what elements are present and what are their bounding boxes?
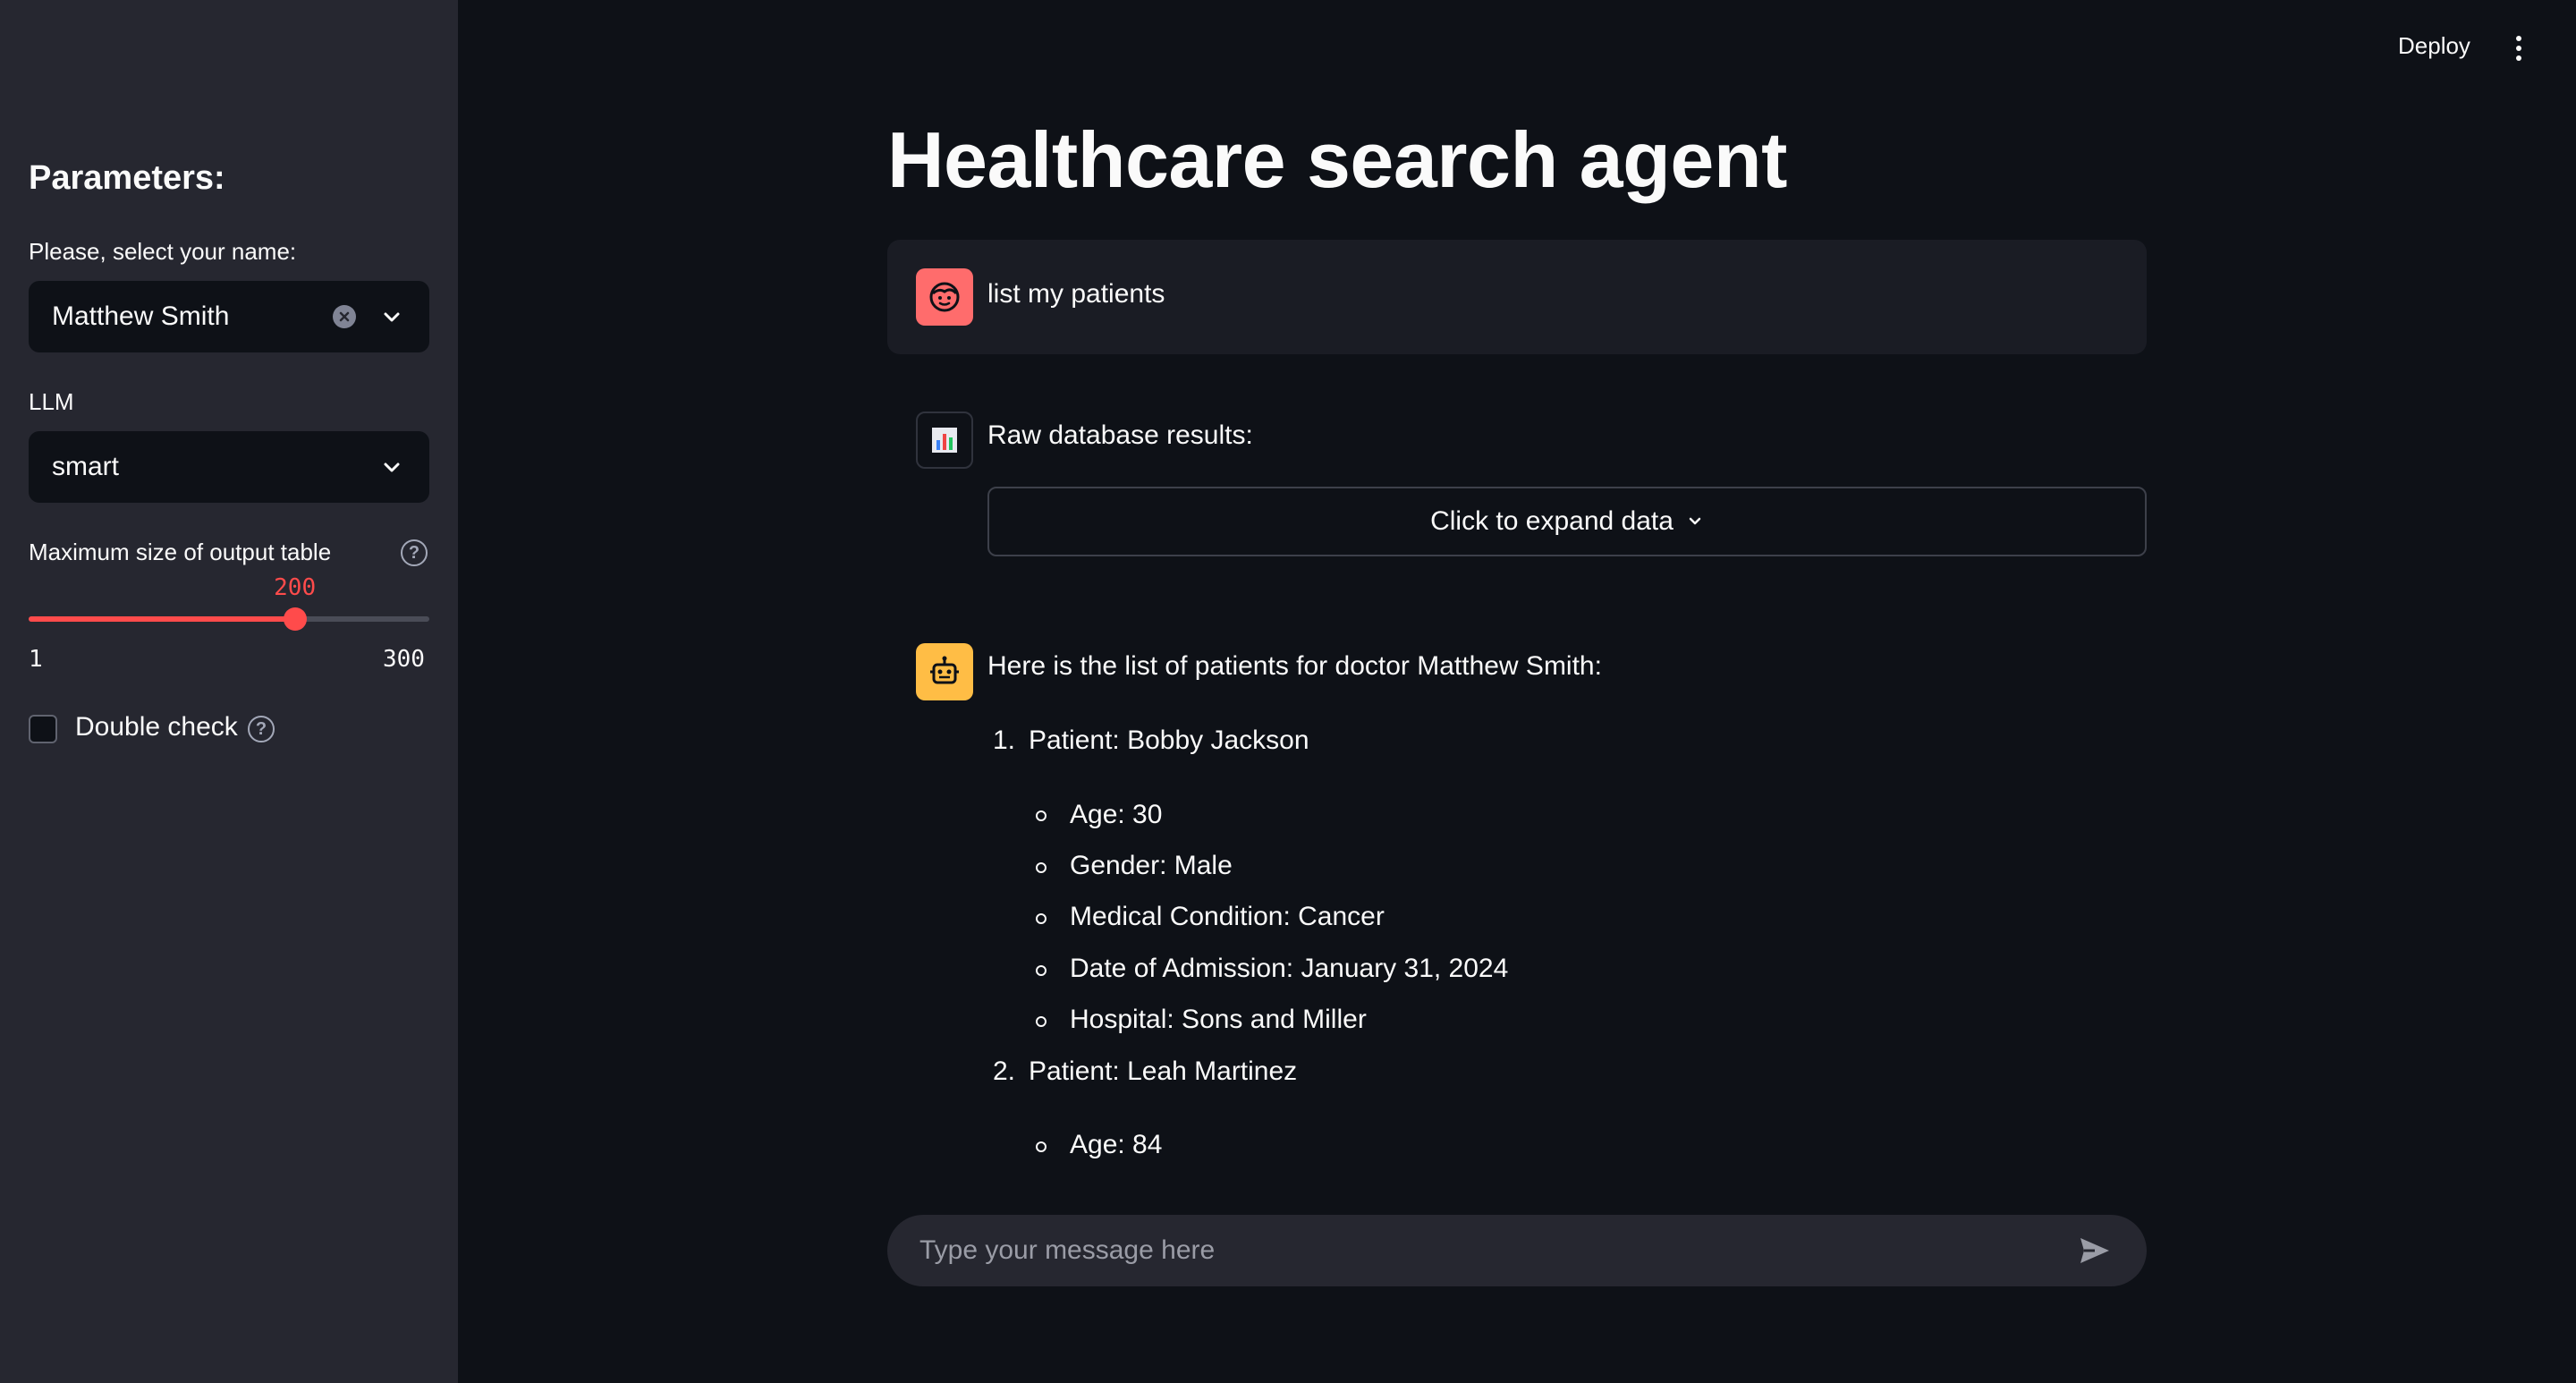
slider-thumb[interactable] (284, 607, 308, 631)
page-title: Healthcare search agent (887, 115, 1787, 204)
patient-name: Patient: Bobby Jackson (1029, 725, 1309, 755)
expand-data-expander[interactable]: Click to expand data (987, 487, 2147, 556)
tool-message-text: Raw database results: (987, 420, 1253, 450)
bullet (1036, 1016, 1046, 1027)
help-icon[interactable]: ? (248, 716, 275, 742)
bullet (1036, 1141, 1046, 1152)
slider-value: 200 (274, 574, 317, 601)
robot-icon (916, 643, 973, 700)
bullet (1036, 862, 1046, 873)
bullet (1036, 810, 1046, 821)
llm-select-label: LLM (29, 388, 74, 415)
bar-chart-icon (916, 412, 973, 469)
patient-detail: Gender: Male (1070, 851, 1233, 880)
name-select[interactable]: Matthew Smith (29, 281, 429, 352)
patient-detail: Age: 84 (1070, 1130, 1163, 1159)
bullet (1036, 913, 1046, 924)
slider-min: 1 (29, 646, 43, 673)
user-message: list my patients (887, 240, 2147, 354)
deploy-button[interactable]: Deploy (2398, 32, 2470, 60)
slider-fill (29, 616, 296, 622)
patient-detail: Hospital: Sons and Miller (1070, 1005, 1367, 1034)
chevron-down-icon (1686, 506, 1704, 537)
llm-select-value: smart (52, 452, 119, 481)
assistant-intro: Here is the list of patients for doctor … (987, 651, 1602, 681)
patient-detail: Date of Admission: January 31, 2024 (1070, 954, 1509, 983)
name-select-value: Matthew Smith (52, 301, 230, 331)
patient-detail: Age: 30 (1070, 800, 1163, 829)
double-check-label[interactable]: Double check (75, 712, 238, 742)
user-face-icon (916, 268, 973, 326)
help-icon[interactable]: ? (401, 539, 428, 566)
slider-label: Maximum size of output table (29, 539, 332, 565)
more-vertical-icon[interactable] (2510, 32, 2528, 64)
slider-max: 300 (383, 646, 425, 673)
clear-icon[interactable] (333, 305, 356, 328)
chevron-down-icon[interactable] (377, 302, 406, 331)
chevron-down-icon[interactable] (377, 453, 406, 481)
llm-select[interactable]: smart (29, 431, 429, 503)
list-number: 2. (993, 1056, 1016, 1086)
double-check-checkbox[interactable] (29, 715, 57, 743)
chat-input-bar (887, 1215, 2147, 1286)
send-icon[interactable] (2075, 1231, 2114, 1270)
user-message-text: list my patients (987, 279, 1165, 309)
sidebar-title: Parameters: (29, 159, 225, 197)
name-select-label: Please, select your name: (29, 238, 297, 265)
bullet (1036, 965, 1046, 976)
patient-detail: Medical Condition: Cancer (1070, 902, 1385, 931)
list-number: 1. (993, 725, 1016, 755)
expander-label: Click to expand data (1430, 506, 1674, 536)
patient-name: Patient: Leah Martinez (1029, 1056, 1298, 1086)
chat-input[interactable] (919, 1235, 2075, 1266)
slider-track[interactable] (29, 607, 429, 631)
sidebar: Parameters: Please, select your name: Ma… (0, 0, 458, 1383)
